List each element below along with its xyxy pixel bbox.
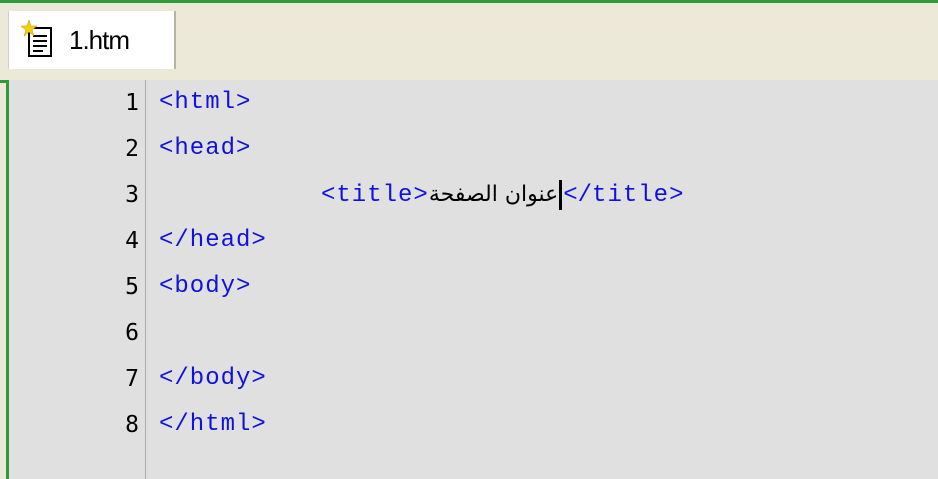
- line-number: 1: [125, 90, 139, 116]
- code-text: <head>: [159, 135, 252, 162]
- code-line[interactable]: 1 <html>: [9, 80, 938, 126]
- code-line[interactable]: 2 <head>: [9, 126, 938, 172]
- line-number: 2: [125, 136, 139, 162]
- title-close-tag: </title>: [563, 182, 685, 209]
- editor-window: 1.htm 1 <html> 2 <head> 3 <title>عنوان ا…: [0, 0, 938, 479]
- code-text: <html>: [159, 89, 252, 116]
- code-text: <body>: [159, 273, 252, 300]
- code-text: </html>: [159, 411, 267, 438]
- text-cursor: [559, 179, 563, 210]
- code-line[interactable]: 6: [9, 310, 938, 356]
- code-text: <title>عنوان الصفحة </title>: [321, 172, 684, 219]
- line-number: 6: [125, 320, 139, 346]
- code-line[interactable]: 7 </body>: [9, 356, 938, 402]
- title-open-tag: <title>: [321, 182, 429, 209]
- line-number: 4: [125, 228, 139, 254]
- code-text: </head>: [159, 227, 267, 254]
- line-number: 8: [125, 412, 139, 438]
- line-number: 7: [125, 366, 139, 392]
- code-editor[interactable]: 1 <html> 2 <head> 3 <title>عنوان الصفحة <…: [6, 80, 938, 479]
- code-text: </body>: [159, 365, 267, 392]
- tab-1-htm[interactable]: 1.htm: [8, 11, 176, 69]
- tab-strip: 1.htm: [0, 0, 938, 83]
- code-line[interactable]: 8 </html>: [9, 402, 938, 448]
- new-html-file-icon: [20, 19, 57, 60]
- tab-label: 1.htm: [69, 24, 130, 55]
- title-text: عنوان الصفحة: [428, 182, 559, 207]
- code-line[interactable]: 5 <body>: [9, 264, 938, 310]
- code-line[interactable]: 3 <title>عنوان الصفحة </title>: [9, 172, 938, 218]
- code-line[interactable]: 4 </head>: [9, 218, 938, 264]
- line-number: 3: [125, 182, 139, 208]
- line-number: 5: [125, 274, 139, 300]
